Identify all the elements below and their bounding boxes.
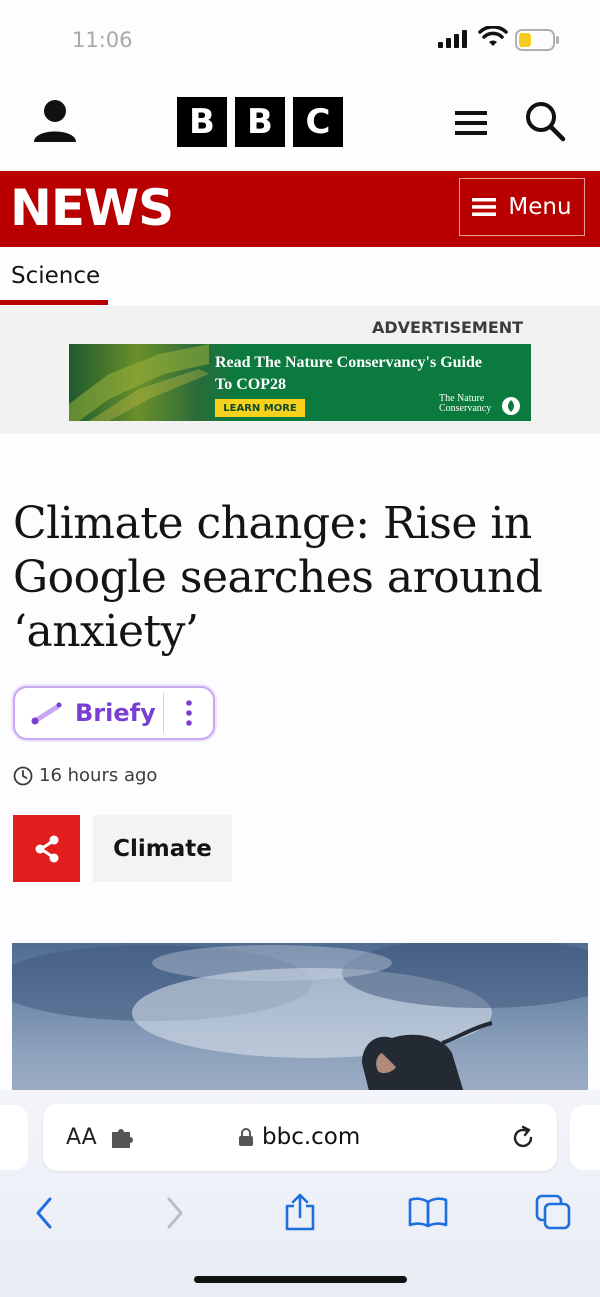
home-indicator <box>194 1276 407 1283</box>
forward-icon[interactable] <box>164 1196 186 1235</box>
status-time: 11:06 <box>72 28 133 52</box>
briefy-widget[interactable]: Briefy <box>13 686 215 740</box>
lock-icon <box>239 1128 253 1146</box>
battery-icon <box>515 29 561 56</box>
tabs-icon[interactable] <box>535 1194 573 1235</box>
reload-icon[interactable] <box>509 1124 537 1157</box>
briefy-label: Briefy <box>75 699 156 727</box>
briefy-button[interactable]: Briefy <box>15 688 163 738</box>
more-vertical-icon <box>185 700 192 726</box>
account-icon[interactable] <box>32 98 78 149</box>
previous-tab-preview[interactable] <box>0 1105 28 1170</box>
article-headline: Climate change: Rise in Google searches … <box>13 498 543 657</box>
topic-tag-climate[interactable]: Climate <box>93 815 232 882</box>
url-text: bbc.com <box>262 1124 361 1150</box>
ad-logo-leaf-icon <box>502 397 520 415</box>
back-icon[interactable] <box>33 1196 55 1235</box>
bbc-logo[interactable]: B B C <box>177 97 343 147</box>
bbc-logo-letter: B <box>177 97 227 147</box>
menu-label: Menu <box>508 194 572 220</box>
ad-logo-line: Conservancy <box>439 403 492 414</box>
share-icon <box>35 835 58 862</box>
bbc-logo-letter: C <box>293 97 343 147</box>
url-display[interactable]: bbc.com <box>238 1124 360 1150</box>
hero-image <box>12 943 588 1103</box>
section-active-indicator <box>0 300 108 305</box>
menu-icon <box>472 198 497 216</box>
briefy-more-options-button[interactable] <box>164 688 213 738</box>
ad-headline: Read The Nature Conservancy's Guide To C… <box>215 354 482 393</box>
ad-leaf-graphic <box>69 344 209 421</box>
hero-image-graphic <box>12 943 588 1103</box>
bookmarks-icon[interactable] <box>408 1196 448 1233</box>
advertisement-label: ADVERTISEMENT <box>372 318 524 337</box>
advertisement-banner[interactable]: Read The Nature Conservancy's Guide To C… <box>69 344 531 421</box>
topic-label: Climate <box>113 835 212 862</box>
news-title[interactable]: NEWS <box>10 179 174 237</box>
search-icon[interactable] <box>524 100 566 147</box>
share-sheet-icon[interactable] <box>283 1192 317 1237</box>
next-tab-preview[interactable] <box>570 1105 600 1170</box>
share-button[interactable] <box>13 815 80 882</box>
menu-button[interactable]: Menu <box>459 178 585 236</box>
clock-icon <box>13 766 33 785</box>
bbc-logo-letter: B <box>235 97 285 147</box>
hamburger-icon[interactable] <box>455 109 487 142</box>
ad-advertiser-logo: The Nature Conservancy <box>439 394 491 414</box>
article-timestamp: 16 hours ago <box>39 765 158 786</box>
cellular-signal-icon <box>438 30 470 53</box>
wifi-icon <box>478 25 508 53</box>
section-tab-science[interactable]: Science <box>11 263 100 289</box>
ad-learn-more-button[interactable]: LEARN MORE <box>215 399 305 417</box>
page-settings-button[interactable]: AA <box>66 1125 97 1150</box>
magic-wand-icon <box>31 702 62 725</box>
extension-puzzle-icon[interactable] <box>110 1128 136 1155</box>
timestamp-row: 16 hours ago <box>13 765 157 786</box>
